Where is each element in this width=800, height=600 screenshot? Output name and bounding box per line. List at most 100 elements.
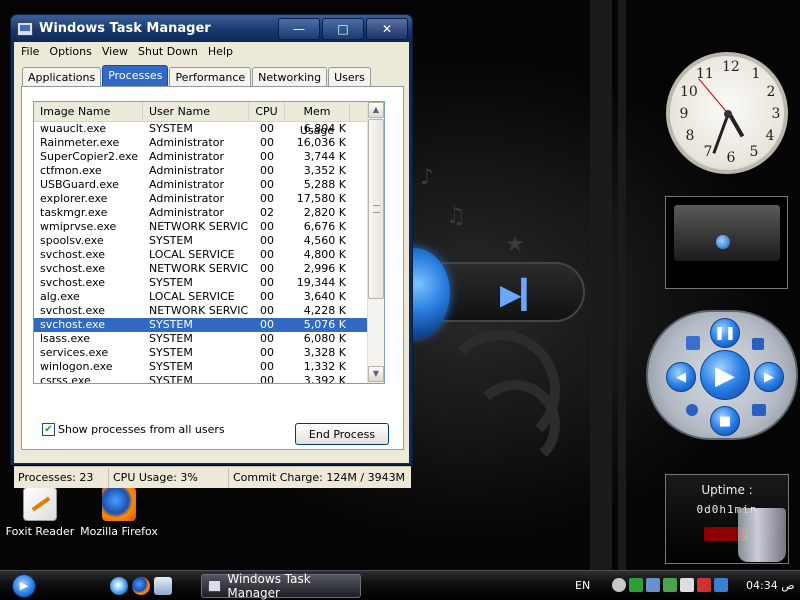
tray-usb-icon[interactable]: [680, 578, 694, 592]
process-row[interactable]: winlogon.exe SYSTEM 00 1,332 K: [34, 360, 368, 374]
recycle-bin-icon[interactable]: [738, 508, 786, 562]
process-row[interactable]: wuauclt.exe SYSTEM 00 6,804 K: [34, 122, 368, 136]
quick-launch-app-icon[interactable]: [154, 577, 172, 595]
process-image-name: taskmgr.exe: [40, 206, 108, 219]
volume-icon[interactable]: [752, 338, 764, 350]
next-track-icon[interactable]: ▶▎: [500, 278, 543, 311]
taskbar-task-label: Windows Task Manager: [227, 572, 311, 600]
process-cpu: 00: [260, 192, 274, 205]
process-row[interactable]: taskmgr.exe Administrator 02 2,820 K: [34, 206, 368, 220]
process-image-name: SuperCopier2.exe: [40, 150, 138, 163]
show-all-checkbox[interactable]: ✔: [42, 423, 55, 436]
previous-button[interactable]: ◀: [666, 362, 696, 392]
repeat-icon[interactable]: [686, 404, 698, 416]
end-process-button[interactable]: End Process: [295, 423, 389, 445]
process-mem-usage: 3,744 K: [303, 150, 346, 163]
menu-view[interactable]: View: [97, 45, 133, 58]
play-button[interactable]: ▶: [700, 350, 750, 400]
process-row[interactable]: explorer.exe Administrator 00 17,580 K: [34, 192, 368, 206]
process-row[interactable]: alg.exe LOCAL SERVICE 00 3,640 K: [34, 290, 368, 304]
process-row[interactable]: Rainmeter.exe Administrator 00 16,036 K: [34, 136, 368, 150]
process-row[interactable]: svchost.exe NETWORK SERVICE 00 2,996 K: [34, 262, 368, 276]
pause-button[interactable]: ❚❚: [710, 318, 740, 348]
process-row[interactable]: svchost.exe LOCAL SERVICE 00 4,800 K: [34, 248, 368, 262]
tab-networking[interactable]: Networking: [252, 67, 328, 87]
column-image-name[interactable]: Image Name: [34, 102, 143, 121]
process-row[interactable]: lsass.exe SYSTEM 00 6,080 K: [34, 332, 368, 346]
minimize-button[interactable]: —: [278, 17, 320, 40]
process-list[interactable]: Image Name User Name CPU Mem Usage wuauc…: [33, 101, 385, 384]
process-row[interactable]: USBGuard.exe Administrator 00 5,288 K: [34, 178, 368, 192]
tab-strip: Applications Processes Performance Netwo…: [22, 65, 372, 87]
process-image-name: alg.exe: [40, 290, 80, 303]
process-mem-usage: 3,328 K: [303, 346, 346, 359]
tab-processes[interactable]: Processes: [102, 65, 169, 87]
column-cpu[interactable]: CPU: [249, 102, 285, 121]
process-mem-usage: 5,288 K: [303, 178, 346, 191]
media-thumbnail-gadget[interactable]: [665, 196, 788, 289]
wallpaper-swirl: [470, 380, 560, 470]
process-row[interactable]: csrss.exe SYSTEM 00 3,392 K: [34, 374, 368, 383]
menu-help[interactable]: Help: [203, 45, 238, 58]
uptime-label: Uptime :: [701, 483, 753, 497]
process-user-name: Administrator: [149, 192, 224, 205]
title-bar[interactable]: Windows Task Manager — □ ✕: [11, 15, 412, 42]
folder-icon[interactable]: [752, 404, 766, 416]
next-button[interactable]: ▶: [754, 362, 784, 392]
windows-logo-icon[interactable]: [686, 336, 700, 350]
process-cpu: 00: [260, 304, 274, 317]
process-mem-usage: 19,344 K: [296, 276, 346, 289]
clock-number: 3: [771, 106, 781, 122]
show-all-processes[interactable]: ✔ Show processes from all users: [42, 423, 225, 436]
tray-volume-icon[interactable]: [714, 578, 728, 592]
show-all-label: Show processes from all users: [58, 423, 225, 436]
menu-file[interactable]: File: [16, 45, 44, 58]
tray-alert-icon[interactable]: [697, 578, 711, 592]
process-image-name: svchost.exe: [40, 318, 106, 331]
scroll-up-button[interactable]: ▲: [368, 102, 384, 118]
status-cpu-usage: CPU Usage: 3%: [109, 468, 229, 488]
process-row[interactable]: svchost.exe NETWORK SERVICE 00 4,228 K: [34, 304, 368, 318]
tab-users[interactable]: Users: [328, 67, 371, 87]
process-mem-usage: 6,804 K: [303, 122, 346, 135]
scroll-down-button[interactable]: ▼: [368, 366, 384, 382]
language-indicator[interactable]: EN: [575, 579, 590, 592]
process-row[interactable]: services.exe SYSTEM 00 3,328 K: [34, 346, 368, 360]
scroll-thumb[interactable]: [368, 119, 384, 299]
menu-shut-down[interactable]: Shut Down: [133, 45, 203, 58]
start-button[interactable]: ▶: [12, 574, 36, 598]
internet-explorer-icon[interactable]: [110, 577, 128, 595]
process-row[interactable]: ctfmon.exe Administrator 00 3,352 K: [34, 164, 368, 178]
desktop-icon-mozilla-firefox[interactable]: Mozilla Firefox: [79, 487, 159, 538]
firefox-icon[interactable]: [132, 577, 150, 595]
tray-app-icon[interactable]: [612, 578, 626, 592]
taskbar-task-manager-button[interactable]: Windows Task Manager: [201, 572, 361, 600]
process-row[interactable]: spoolsv.exe SYSTEM 00 4,560 K: [34, 234, 368, 248]
tray-monitor-icon[interactable]: [663, 578, 677, 592]
process-cpu: 00: [260, 262, 274, 275]
process-image-name: winlogon.exe: [40, 360, 113, 373]
maximize-button[interactable]: □: [322, 17, 364, 40]
process-image-name: svchost.exe: [40, 276, 106, 289]
tab-performance[interactable]: Performance: [169, 67, 252, 87]
process-row[interactable]: svchost.exe SYSTEM 00 19,344 K: [34, 276, 368, 290]
process-image-name: ctfmon.exe: [40, 164, 102, 177]
window-title: Windows Task Manager: [39, 21, 211, 36]
firefox-icon: [102, 487, 136, 521]
process-user-name: SYSTEM: [149, 234, 193, 247]
desktop-icon-foxit-reader[interactable]: Foxit Reader: [0, 487, 80, 538]
tray-display-icon[interactable]: [646, 578, 660, 592]
stop-button[interactable]: ■: [710, 406, 740, 436]
clock-gadget[interactable]: 12 1 2 3 4 5 6 7 8 9 10 11: [666, 52, 788, 174]
column-user-name[interactable]: User Name: [143, 102, 249, 121]
close-button[interactable]: ✕: [366, 17, 408, 40]
menu-options[interactable]: Options: [44, 45, 96, 58]
process-row[interactable]: svchost.exe SYSTEM 00 5,076 K: [34, 318, 368, 332]
column-mem-usage[interactable]: Mem Usage: [285, 102, 350, 137]
process-row[interactable]: SuperCopier2.exe Administrator 00 3,744 K: [34, 150, 368, 164]
tray-network-icon[interactable]: [629, 578, 643, 592]
music-note-icon: ♪: [420, 165, 435, 190]
tab-applications[interactable]: Applications: [22, 67, 102, 87]
process-list-scrollbar[interactable]: ▲ ▼: [367, 102, 384, 383]
process-row[interactable]: wmiprvse.exe NETWORK SERVICE 00 6,676 K: [34, 220, 368, 234]
